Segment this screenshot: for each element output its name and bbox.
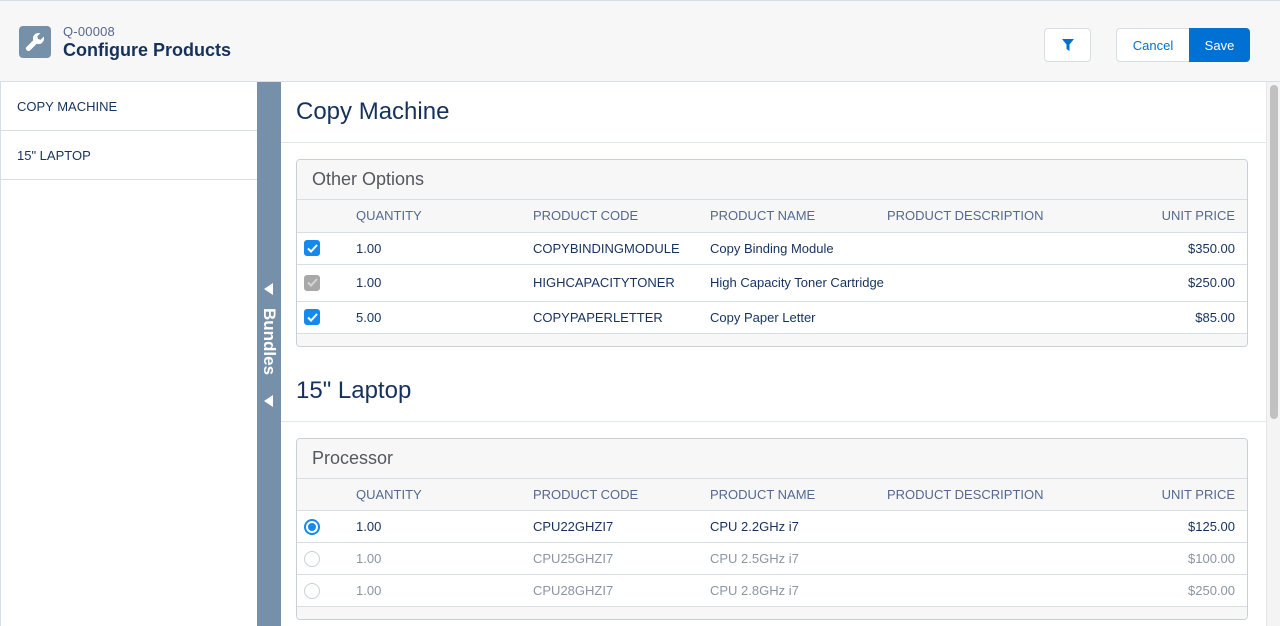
cancel-button[interactable]: Cancel [1116,28,1190,62]
table-row: 1.00 CPU25GHZI7 CPU 2.5GHz i7 $100.00 [297,542,1247,575]
options-table: QUANTITY PRODUCT CODE PRODUCT NAME PRODU… [297,200,1247,334]
bundle-sidebar: COPY MACHINE 15" LAPTOP [0,82,257,626]
product-name-cell: Copy Paper Letter [710,301,887,334]
product-code-cell: COPYBINDINGMODULE [533,232,710,265]
checkmark-icon [306,278,318,287]
feature-card: Processor QUANTITY PRODUCT CODE PRODUCT … [296,437,1248,620]
option-radio[interactable] [304,582,320,599]
table-row: 5.00 COPYPAPERLETTER Copy Paper Letter $… [297,301,1247,334]
select-column-header [297,478,356,511]
filter-button[interactable] [1044,28,1091,62]
unit-price-cell: $100.00 [1087,542,1247,575]
filter-icon [1061,39,1074,51]
option-checkbox-disabled [304,274,320,291]
quantity-cell: 1.00 [356,264,533,302]
product-name-cell: CPU 2.5GHz i7 [710,542,887,575]
page-title: Configure Products [63,40,232,60]
table-row: 1.00 COPYBINDINGMODULE Copy Binding Modu… [297,232,1247,265]
main-scrollbar[interactable] [1266,82,1280,626]
option-checkbox[interactable] [304,240,320,256]
product-description-column-header: PRODUCT DESCRIPTION [887,200,1087,233]
table-row: 1.00 CPU22GHZI7 CPU 2.2GHz i7 $125.00 [297,510,1247,543]
wrench-icon [19,26,51,58]
product-code-cell: CPU28GHZI7 [533,574,710,607]
quantity-cell: 1.00 [356,232,533,265]
quantity-cell: 1.00 [356,574,533,607]
section-title: Copy Machine [281,82,1266,143]
quantity-cell: 1.00 [356,542,533,575]
product-description-cell [887,542,1087,575]
unit-price-column-header: UNIT PRICE [1087,478,1247,511]
product-code-column-header: PRODUCT CODE [533,200,710,233]
feature-title: Other Options [297,160,1247,200]
feature-title: Processor [297,438,1247,479]
quantity-cell: 1.00 [356,510,533,543]
product-code-cell: HIGHCAPACITYTONER [533,264,710,302]
select-column-header [297,200,356,233]
quantity-column-header: QUANTITY [356,200,533,233]
collapse-arrow-icon [264,395,273,407]
unit-price-column-header: UNIT PRICE [1087,200,1247,233]
scrollbar-thumb[interactable] [1270,85,1278,419]
unit-price-cell: $350.00 [1087,232,1247,265]
product-code-column-header: PRODUCT CODE [533,478,710,511]
configuration-main: Copy Machine Other Options QUANTITY PROD… [281,82,1266,626]
product-name-cell: CPU 2.2GHz i7 [710,510,887,543]
product-name-column-header: PRODUCT NAME [710,478,887,511]
product-code-cell: CPU25GHZI7 [533,542,710,575]
page-header: Q-00008 Configure Products Cancel Save [0,0,1280,82]
quantity-cell: 5.00 [356,301,533,334]
product-name-cell: CPU 2.8GHz i7 [710,574,887,607]
checkmark-icon [306,243,318,253]
sidebar-item-label: 15" LAPTOP [17,147,91,163]
sidebar-item-copy-machine[interactable]: COPY MACHINE [1,82,257,131]
product-name-cell: Copy Binding Module [710,232,887,265]
product-name-column-header: PRODUCT NAME [710,200,887,233]
save-button[interactable]: Save [1189,28,1250,62]
table-row: 1.00 CPU28GHZI7 CPU 2.8GHz i7 $250.00 [297,574,1247,607]
sidebar-item-label: COPY MACHINE [17,98,118,114]
product-description-cell [887,510,1087,543]
section-title: 15" Laptop [281,361,1266,422]
product-code-cell: CPU22GHZI7 [533,510,710,543]
sidebar-item-15-laptop[interactable]: 15" LAPTOP [1,131,257,180]
option-checkbox[interactable] [304,309,320,325]
option-radio-selected[interactable] [304,518,320,535]
bundles-label: Bundles [260,308,279,376]
table-header-row: QUANTITY PRODUCT CODE PRODUCT NAME PRODU… [297,478,1247,511]
bundles-toggle[interactable]: Bundles [257,82,281,626]
option-radio[interactable] [304,550,320,567]
checkmark-icon [306,312,318,322]
unit-price-cell: $85.00 [1087,301,1247,334]
unit-price-cell: $250.00 [1087,574,1247,607]
quantity-column-header: QUANTITY [356,478,533,511]
product-description-cell [887,232,1087,265]
collapse-arrow-icon [264,283,273,295]
unit-price-cell: $250.00 [1087,264,1247,302]
product-description-cell [887,574,1087,607]
card-footer [297,607,1247,619]
product-description-cell [887,301,1087,334]
product-name-cell: High Capacity Toner Cartridge [710,264,887,302]
table-row: 1.00 HIGHCAPACITYTONER High Capacity Ton… [297,264,1247,302]
table-header-row: QUANTITY PRODUCT CODE PRODUCT NAME PRODU… [297,200,1247,233]
record-id: Q-00008 [63,24,115,39]
feature-card: Other Options QUANTITY PRODUCT CODE PROD… [296,159,1248,347]
product-description-cell [887,264,1087,302]
card-footer [297,333,1247,346]
product-code-cell: COPYPAPERLETTER [533,301,710,334]
unit-price-cell: $125.00 [1087,510,1247,543]
product-description-column-header: PRODUCT DESCRIPTION [887,478,1087,511]
options-table: QUANTITY PRODUCT CODE PRODUCT NAME PRODU… [297,478,1247,607]
